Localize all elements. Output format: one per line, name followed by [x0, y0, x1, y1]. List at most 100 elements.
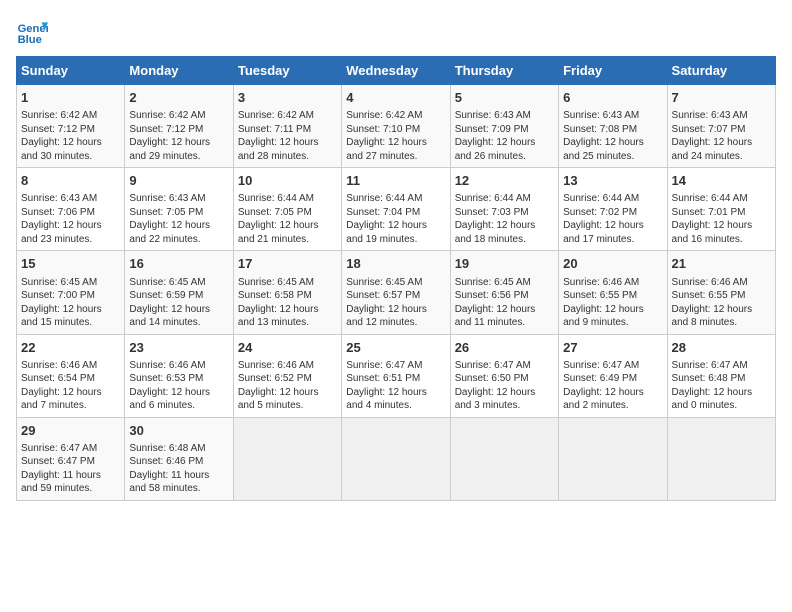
- day-number: 2: [129, 89, 228, 107]
- calendar-cell: 12 Sunrise: 6:44 AM Sunset: 7:03 PM Dayli…: [450, 168, 558, 251]
- day-info: Sunrise: 6:46 AM Sunset: 6:52 PM Dayligh…: [238, 359, 337, 413]
- calendar-cell: [667, 417, 775, 500]
- calendar-cell: 30 Sunrise: 6:48 AM Sunset: 6:46 PM Dayli…: [125, 417, 233, 500]
- calendar-body: 1 Sunrise: 6:42 AM Sunset: 7:12 PM Daylig…: [17, 85, 776, 501]
- day-number: 10: [238, 172, 337, 190]
- day-info: Sunrise: 6:42 AM Sunset: 7:11 PM Dayligh…: [238, 109, 337, 163]
- calendar-cell: [450, 417, 558, 500]
- day-info: Sunrise: 6:47 AM Sunset: 6:51 PM Dayligh…: [346, 359, 445, 413]
- calendar-cell: 3 Sunrise: 6:42 AM Sunset: 7:11 PM Daylig…: [233, 85, 341, 168]
- calendar-cell: 10 Sunrise: 6:44 AM Sunset: 7:05 PM Dayli…: [233, 168, 341, 251]
- day-info: Sunrise: 6:47 AM Sunset: 6:49 PM Dayligh…: [563, 359, 662, 413]
- column-header-monday: Monday: [125, 57, 233, 85]
- day-number: 28: [672, 339, 771, 357]
- day-info: Sunrise: 6:45 AM Sunset: 6:58 PM Dayligh…: [238, 276, 337, 330]
- day-info: Sunrise: 6:46 AM Sunset: 6:55 PM Dayligh…: [672, 276, 771, 330]
- day-info: Sunrise: 6:47 AM Sunset: 6:47 PM Dayligh…: [21, 442, 120, 496]
- column-header-wednesday: Wednesday: [342, 57, 450, 85]
- calendar-cell: 26 Sunrise: 6:47 AM Sunset: 6:50 PM Dayli…: [450, 334, 558, 417]
- calendar-cell: 17 Sunrise: 6:45 AM Sunset: 6:58 PM Dayli…: [233, 251, 341, 334]
- day-number: 25: [346, 339, 445, 357]
- day-number: 1: [21, 89, 120, 107]
- calendar-cell: 4 Sunrise: 6:42 AM Sunset: 7:10 PM Daylig…: [342, 85, 450, 168]
- calendar-cell: [559, 417, 667, 500]
- calendar-cell: 21 Sunrise: 6:46 AM Sunset: 6:55 PM Dayli…: [667, 251, 775, 334]
- day-number: 24: [238, 339, 337, 357]
- calendar-week-1: 1 Sunrise: 6:42 AM Sunset: 7:12 PM Daylig…: [17, 85, 776, 168]
- calendar-cell: 8Sunrise: 6:43 AM Sunset: 7:06 PM Daylig…: [17, 168, 125, 251]
- day-number: 16: [129, 255, 228, 273]
- day-info: Sunrise: 6:43 AM Sunset: 7:05 PM Dayligh…: [129, 192, 228, 246]
- day-info: Sunrise: 6:46 AM Sunset: 6:54 PM Dayligh…: [21, 359, 120, 413]
- day-info: Sunrise: 6:44 AM Sunset: 7:04 PM Dayligh…: [346, 192, 445, 246]
- day-number: 27: [563, 339, 662, 357]
- calendar-cell: [233, 417, 341, 500]
- calendar-cell: 27 Sunrise: 6:47 AM Sunset: 6:49 PM Dayli…: [559, 334, 667, 417]
- day-number: 4: [346, 89, 445, 107]
- calendar-cell: 23Sunrise: 6:46 AM Sunset: 6:53 PM Dayli…: [125, 334, 233, 417]
- column-header-saturday: Saturday: [667, 57, 775, 85]
- day-info: Sunrise: 6:42 AM Sunset: 7:12 PM Dayligh…: [21, 109, 120, 163]
- calendar-cell: [342, 417, 450, 500]
- day-number: 13: [563, 172, 662, 190]
- day-number: 3: [238, 89, 337, 107]
- day-info: Sunrise: 6:45 AM Sunset: 6:59 PM Dayligh…: [129, 276, 228, 330]
- calendar-cell: 19Sunrise: 6:45 AM Sunset: 6:56 PM Dayli…: [450, 251, 558, 334]
- day-info: Sunrise: 6:42 AM Sunset: 7:10 PM Dayligh…: [346, 109, 445, 163]
- day-info: Sunrise: 6:44 AM Sunset: 7:03 PM Dayligh…: [455, 192, 554, 246]
- calendar-cell: 9 Sunrise: 6:43 AM Sunset: 7:05 PM Daylig…: [125, 168, 233, 251]
- day-number: 26: [455, 339, 554, 357]
- day-number: 11: [346, 172, 445, 190]
- day-info: Sunrise: 6:48 AM Sunset: 6:46 PM Dayligh…: [129, 442, 228, 496]
- calendar-cell: 13 Sunrise: 6:44 AM Sunset: 7:02 PM Dayli…: [559, 168, 667, 251]
- calendar-cell: 16 Sunrise: 6:45 AM Sunset: 6:59 PM Dayli…: [125, 251, 233, 334]
- day-info: Sunrise: 6:47 AM Sunset: 6:48 PM Dayligh…: [672, 359, 771, 413]
- calendar-cell: 1 Sunrise: 6:42 AM Sunset: 7:12 PM Daylig…: [17, 85, 125, 168]
- day-info: Sunrise: 6:46 AM Sunset: 6:55 PM Dayligh…: [563, 276, 662, 330]
- calendar-cell: 11 Sunrise: 6:44 AM Sunset: 7:04 PM Dayli…: [342, 168, 450, 251]
- calendar-week-5: 29 Sunrise: 6:47 AM Sunset: 6:47 PM Dayli…: [17, 417, 776, 500]
- day-info: Sunrise: 6:45 AM Sunset: 7:00 PM Dayligh…: [21, 276, 120, 330]
- column-header-tuesday: Tuesday: [233, 57, 341, 85]
- day-info: Sunrise: 6:43 AM Sunset: 7:08 PM Dayligh…: [563, 109, 662, 163]
- day-number: 12: [455, 172, 554, 190]
- day-info: Sunrise: 6:44 AM Sunset: 7:05 PM Dayligh…: [238, 192, 337, 246]
- calendar-week-2: 8Sunrise: 6:43 AM Sunset: 7:06 PM Daylig…: [17, 168, 776, 251]
- calendar-cell: 20 Sunrise: 6:46 AM Sunset: 6:55 PM Dayli…: [559, 251, 667, 334]
- calendar-cell: 14Sunrise: 6:44 AM Sunset: 7:01 PM Dayli…: [667, 168, 775, 251]
- calendar-cell: 15Sunrise: 6:45 AM Sunset: 7:00 PM Dayli…: [17, 251, 125, 334]
- day-info: Sunrise: 6:44 AM Sunset: 7:01 PM Dayligh…: [672, 192, 771, 246]
- day-number: 9: [129, 172, 228, 190]
- day-info: Sunrise: 6:46 AM Sunset: 6:53 PM Dayligh…: [129, 359, 228, 413]
- calendar-cell: 5Sunrise: 6:43 AM Sunset: 7:09 PM Daylig…: [450, 85, 558, 168]
- day-number: 22: [21, 339, 120, 357]
- day-number: 20: [563, 255, 662, 273]
- day-info: Sunrise: 6:47 AM Sunset: 6:50 PM Dayligh…: [455, 359, 554, 413]
- column-header-friday: Friday: [559, 57, 667, 85]
- column-header-sunday: Sunday: [17, 57, 125, 85]
- day-number: 18: [346, 255, 445, 273]
- day-number: 21: [672, 255, 771, 273]
- day-info: Sunrise: 6:43 AM Sunset: 7:07 PM Dayligh…: [672, 109, 771, 163]
- calendar-cell: 18Sunrise: 6:45 AM Sunset: 6:57 PM Dayli…: [342, 251, 450, 334]
- calendar-cell: 2Sunrise: 6:42 AM Sunset: 7:12 PM Daylig…: [125, 85, 233, 168]
- calendar-cell: 24 Sunrise: 6:46 AM Sunset: 6:52 PM Dayli…: [233, 334, 341, 417]
- calendar-cell: 6 Sunrise: 6:43 AM Sunset: 7:08 PM Daylig…: [559, 85, 667, 168]
- calendar-cell: 28 Sunrise: 6:47 AM Sunset: 6:48 PM Dayli…: [667, 334, 775, 417]
- header: General Blue: [16, 16, 776, 48]
- day-number: 8: [21, 172, 120, 190]
- column-header-thursday: Thursday: [450, 57, 558, 85]
- day-number: 6: [563, 89, 662, 107]
- day-number: 30: [129, 422, 228, 440]
- day-info: Sunrise: 6:44 AM Sunset: 7:02 PM Dayligh…: [563, 192, 662, 246]
- calendar-cell: 22 Sunrise: 6:46 AM Sunset: 6:54 PM Dayli…: [17, 334, 125, 417]
- day-number: 7: [672, 89, 771, 107]
- day-number: 17: [238, 255, 337, 273]
- column-headers: SundayMondayTuesdayWednesdayThursdayFrid…: [17, 57, 776, 85]
- calendar-week-4: 22 Sunrise: 6:46 AM Sunset: 6:54 PM Dayli…: [17, 334, 776, 417]
- calendar-week-3: 15Sunrise: 6:45 AM Sunset: 7:00 PM Dayli…: [17, 251, 776, 334]
- calendar-table: SundayMondayTuesdayWednesdayThursdayFrid…: [16, 56, 776, 501]
- calendar-cell: 25 Sunrise: 6:47 AM Sunset: 6:51 PM Dayli…: [342, 334, 450, 417]
- day-number: 29: [21, 422, 120, 440]
- svg-text:Blue: Blue: [18, 34, 42, 46]
